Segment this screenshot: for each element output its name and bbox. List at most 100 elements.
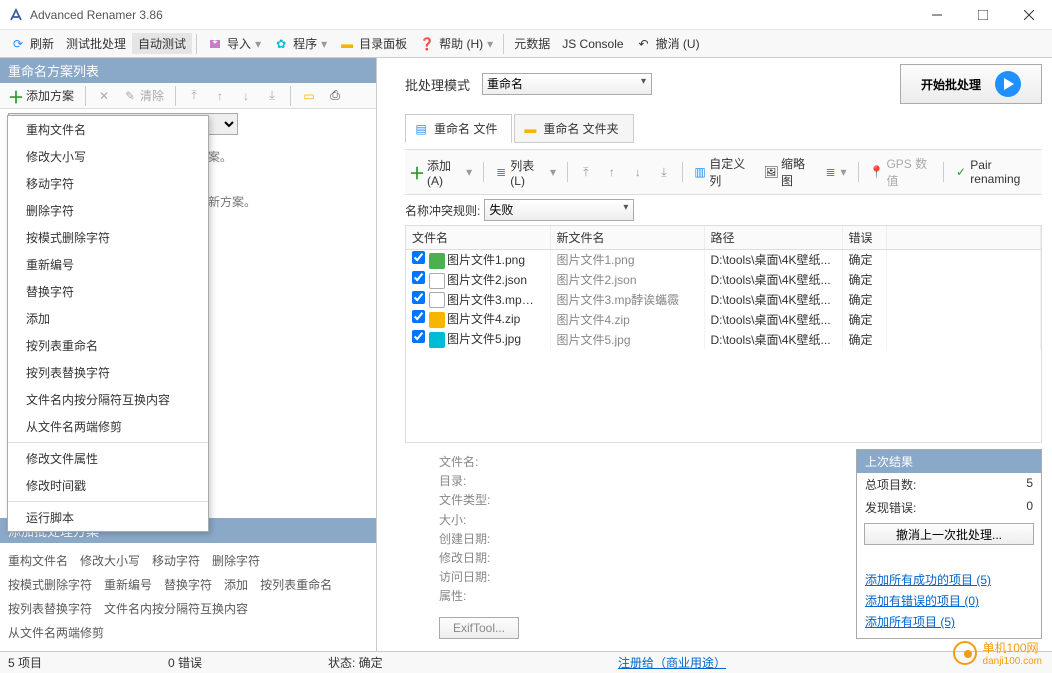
thumb-size-button[interactable]: ≣▾: [819, 163, 852, 181]
table-row[interactable]: 图片文件4.zip图片文件4.zipD:\tools\桌面\4K壁纸...确定: [406, 309, 1041, 329]
table-row[interactable]: 图片文件2.json图片文件2.jsonD:\tools\桌面\4K壁纸...确…: [406, 270, 1041, 290]
quick-method-link[interactable]: 按列表替换字符: [8, 597, 92, 621]
move-top-button[interactable]: [182, 87, 206, 105]
last-result-panel: 上次结果 总项目数:5 发现错误:0 撤消上一次批处理... 添加所有成功的项目…: [856, 449, 1042, 639]
table-row[interactable]: 图片文件5.jpg图片文件5.jpgD:\tools\桌面\4K壁纸...确定: [406, 329, 1041, 349]
start-batch-button[interactable]: 开始批处理: [900, 64, 1042, 104]
menu-item[interactable]: 文件名内按分隔符互换内容: [8, 386, 208, 413]
size-icon: ≣: [824, 165, 838, 179]
sort-bottom-button[interactable]: [652, 163, 676, 181]
quick-method-link[interactable]: 按列表重命名: [260, 573, 332, 597]
quick-method-link[interactable]: 重新编号: [104, 573, 152, 597]
move-down-button[interactable]: [234, 87, 258, 105]
arrow-up-icon: [213, 89, 227, 103]
sort-top-button[interactable]: [574, 163, 598, 181]
row-checkbox[interactable]: [412, 291, 425, 304]
add-success-link[interactable]: 添加所有成功的项目 (5): [865, 571, 1033, 588]
menu-item[interactable]: 按列表替换字符: [8, 359, 208, 386]
undo-button[interactable]: ↶撤消 (U): [630, 33, 706, 54]
folders-panel-button[interactable]: ▬目录面板: [333, 33, 413, 54]
status-state: 状态: 确定: [328, 654, 448, 671]
quick-method-link[interactable]: 添加: [224, 573, 248, 597]
batch-mode-select[interactable]: 重命名: [482, 73, 652, 95]
col-filename[interactable]: 文件名: [406, 226, 550, 250]
menu-item[interactable]: 替换字符: [8, 278, 208, 305]
row-checkbox[interactable]: [412, 251, 425, 264]
conflict-rule-label: 名称冲突规则:: [405, 202, 480, 219]
separator: [85, 86, 86, 106]
property-label: 修改日期:: [439, 549, 519, 568]
conflict-rule-select[interactable]: 失败: [484, 199, 634, 221]
col-newname[interactable]: 新文件名: [550, 226, 704, 250]
menu-item[interactable]: 修改文件属性: [8, 445, 208, 472]
pair-renaming-toggle[interactable]: ✓Pair renaming: [950, 156, 1042, 188]
js-console-button[interactable]: JS Console: [556, 35, 629, 53]
refresh-button[interactable]: ⟳刷新: [4, 33, 60, 54]
exiftool-button[interactable]: ExifTool...: [439, 617, 519, 639]
register-link[interactable]: 注册给（商业用途）: [618, 656, 726, 670]
table-row[interactable]: 图片文件3.mp馞诶...图片文件3.mp馞诶蠵霺D:\tools\桌面\4K壁…: [406, 290, 1041, 310]
menu-item[interactable]: 从文件名两端修剪: [8, 413, 208, 440]
add-error-link[interactable]: 添加有错误的项目 (0): [865, 592, 1033, 609]
move-up-button[interactable]: [208, 87, 232, 105]
new-name-cell: 图片文件1.png: [550, 250, 704, 270]
list-menu-button[interactable]: ≣列表 (L) ▾: [490, 155, 561, 190]
file-type-icon: [429, 253, 445, 269]
delete-method-button[interactable]: ✕: [92, 87, 116, 105]
file-type-icon: [429, 273, 445, 289]
help-button[interactable]: ❓帮助 (H) ▾: [413, 33, 499, 54]
quick-method-link[interactable]: 从文件名两端修剪: [8, 621, 104, 645]
path-cell: D:\tools\桌面\4K壁纸...: [704, 270, 842, 290]
menu-item[interactable]: 删除字符: [8, 197, 208, 224]
sort-up-button[interactable]: [600, 163, 624, 181]
menu-item[interactable]: 重新编号: [8, 251, 208, 278]
program-button[interactable]: ✿程序 ▾: [267, 33, 333, 54]
menu-item[interactable]: 修改时间戳: [8, 472, 208, 499]
close-button[interactable]: [1006, 0, 1052, 30]
metadata-button[interactable]: 元数据: [508, 33, 556, 54]
quick-method-link[interactable]: 按模式删除字符: [8, 573, 92, 597]
minimize-button[interactable]: [914, 0, 960, 30]
tab-folders[interactable]: ▬重命名 文件夹: [514, 114, 633, 143]
import-button[interactable]: 导入 ▾: [201, 33, 267, 54]
open-method-button[interactable]: ▭: [297, 87, 321, 105]
test-batch-button[interactable]: 测试批处理: [60, 33, 132, 54]
menu-item[interactable]: 重构文件名: [8, 116, 208, 143]
col-path[interactable]: 路径: [704, 226, 842, 250]
auto-test-button[interactable]: 自动测试: [132, 33, 192, 54]
menu-item[interactable]: 移动字符: [8, 170, 208, 197]
menu-item[interactable]: 修改大小写: [8, 143, 208, 170]
title-bar: Advanced Renamer 3.86: [0, 0, 1052, 30]
add-files-button[interactable]: ＋添加 (A) ▾: [405, 155, 477, 190]
row-checkbox[interactable]: [412, 310, 425, 323]
quick-method-link[interactable]: 替换字符: [164, 573, 212, 597]
menu-item[interactable]: 按模式删除字符: [8, 224, 208, 251]
thumbnails-button[interactable]: 🖼缩略图: [759, 153, 817, 191]
add-method-button[interactable]: ＋添加方案: [4, 85, 79, 106]
menu-item[interactable]: 运行脚本: [8, 504, 208, 531]
quick-method-link[interactable]: 移动字符: [152, 549, 200, 573]
quick-method-link[interactable]: 重构文件名: [8, 549, 68, 573]
file-list-table: 文件名 新文件名 路径 错误 图片文件1.png图片文件1.pngD:\tool…: [406, 226, 1041, 349]
undo-batch-button[interactable]: 撤消上一次批处理...: [864, 523, 1034, 545]
row-checkbox[interactable]: [412, 271, 425, 284]
gps-button[interactable]: 📍GPS 数值: [864, 153, 936, 191]
quick-method-link[interactable]: 修改大小写: [80, 549, 140, 573]
sort-down-button[interactable]: [626, 163, 650, 181]
table-row[interactable]: 图片文件1.png图片文件1.pngD:\tools\桌面\4K壁纸...确定: [406, 250, 1041, 270]
clear-methods-button[interactable]: ✎清除: [118, 85, 169, 106]
menu-item[interactable]: 按列表重命名: [8, 332, 208, 359]
add-icon: ＋: [410, 165, 424, 179]
add-all-link[interactable]: 添加所有项目 (5): [865, 613, 1033, 630]
row-checkbox[interactable]: [412, 330, 425, 343]
col-error[interactable]: 错误: [842, 226, 886, 250]
menu-item[interactable]: 添加: [8, 305, 208, 332]
tab-files[interactable]: ▤重命名 文件: [405, 114, 512, 143]
property-label: 文件类型:: [439, 491, 519, 510]
move-bottom-button[interactable]: [260, 87, 284, 105]
save-method-button[interactable]: ⎙: [323, 87, 347, 105]
quick-method-link[interactable]: 文件名内按分隔符互换内容: [104, 597, 248, 621]
maximize-button[interactable]: [960, 0, 1006, 30]
custom-columns-button[interactable]: ▥自定义列: [689, 153, 757, 191]
quick-method-link[interactable]: 删除字符: [212, 549, 260, 573]
